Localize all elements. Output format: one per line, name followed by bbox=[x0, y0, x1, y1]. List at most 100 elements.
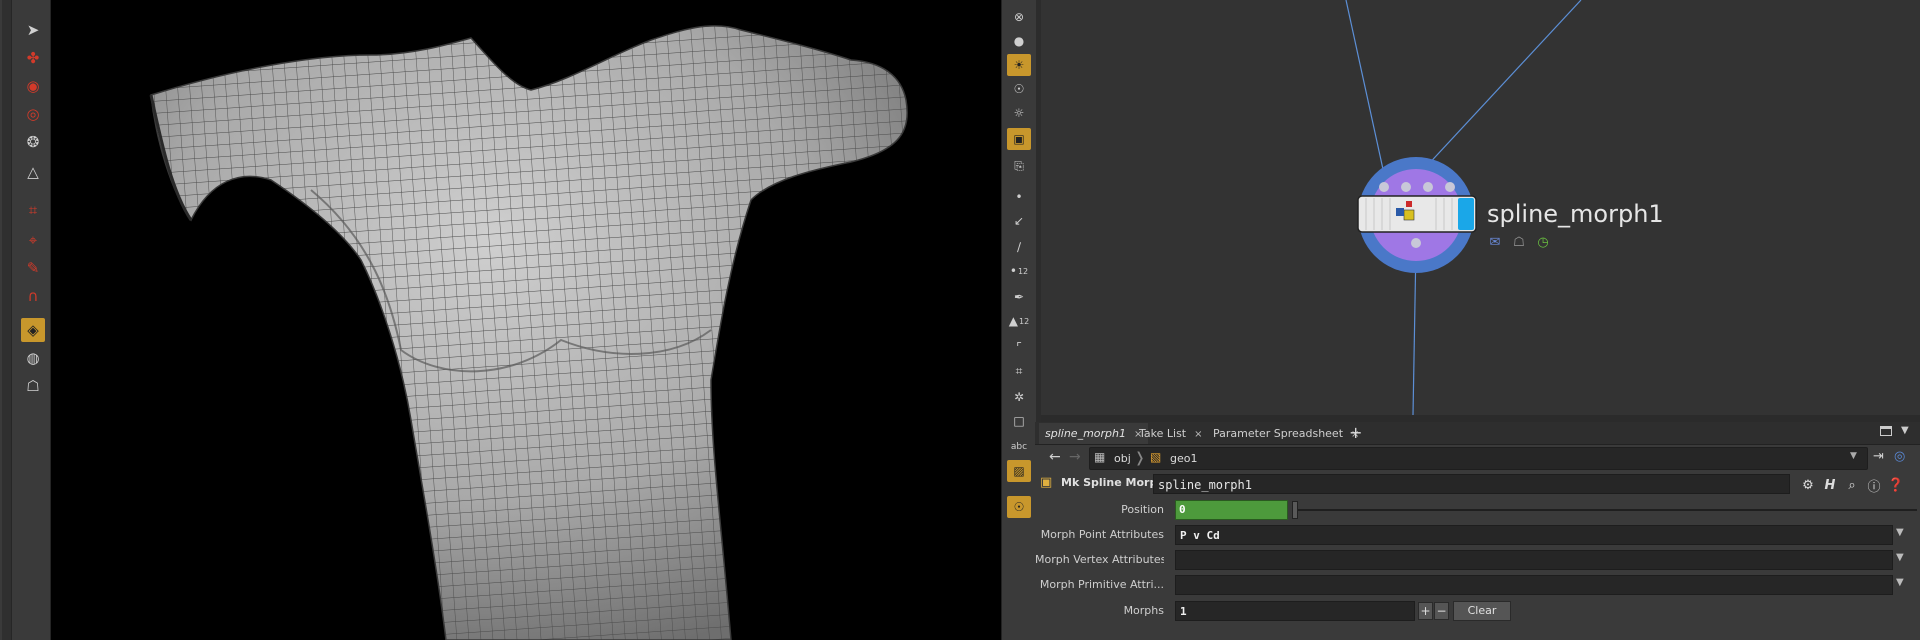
node-name-field[interactable]: spline_morph1 bbox=[1153, 474, 1790, 494]
morphs-field[interactable]: 1 bbox=[1175, 601, 1415, 621]
scene-viewport[interactable] bbox=[51, 0, 1001, 640]
edit-icon[interactable]: ✎ bbox=[21, 256, 45, 280]
crumb-geo1[interactable]: geo1 bbox=[1170, 448, 1197, 469]
network-canvas bbox=[1345, 0, 1582, 415]
paperclip-icon[interactable]: ✉ bbox=[1487, 234, 1503, 250]
morph-primitive-attributes-field[interactable] bbox=[1175, 575, 1893, 595]
link-icon[interactable]: ◎ bbox=[1894, 449, 1905, 464]
axis-icon[interactable]: ✲ bbox=[1007, 386, 1031, 408]
morph-point-attributes-label: Morph Point Attributes bbox=[1040, 528, 1164, 541]
tab-label: Take List bbox=[1139, 427, 1187, 440]
light-active-icon[interactable]: ☀ bbox=[1007, 54, 1031, 76]
position-label: Position bbox=[1121, 503, 1164, 516]
pane-tabs: spline_morph1 × Take List × Parameter Spre… bbox=[1035, 422, 1920, 445]
pose-icon[interactable]: ❂ bbox=[21, 130, 45, 154]
gear-icon[interactable]: ⚙ bbox=[1799, 476, 1817, 494]
node-type-icon: ▣ bbox=[1040, 475, 1053, 490]
scale-icon[interactable]: ◉ bbox=[21, 74, 45, 98]
normal-icon[interactable]: ↙ bbox=[1007, 210, 1031, 232]
node-icon-yellow bbox=[1403, 209, 1415, 221]
close-icon[interactable]: ⊗ bbox=[1007, 6, 1031, 28]
pin-icon[interactable]: ⇥ bbox=[1873, 449, 1884, 464]
display-options-active-icon[interactable]: ▣ bbox=[1007, 128, 1031, 150]
morphs-add-button[interactable]: + bbox=[1418, 602, 1433, 620]
search-icon[interactable]: ⌕ bbox=[1843, 476, 1861, 494]
param-position: Position 0 bbox=[1035, 498, 1920, 522]
position-slider-handle[interactable] bbox=[1292, 501, 1298, 519]
input-wire-1 bbox=[1345, 0, 1387, 184]
obj-icon: ▦ bbox=[1094, 450, 1106, 464]
network-editor[interactable]: spline_morph1 ✉ ☖ ◷ bbox=[1041, 0, 1920, 415]
camera-icon[interactable]: ⎘ bbox=[1007, 155, 1031, 177]
left-toolbar: ➤ ✤ ◉ ◎ ❂ △ ⌗ ⌖ ✎ ∩ ◈ ◍ ☖ bbox=[0, 0, 51, 640]
position-field[interactable]: 0 bbox=[1175, 500, 1288, 520]
input-port-1 bbox=[1379, 182, 1389, 192]
crumb-separator: ❭ bbox=[1134, 450, 1146, 466]
path-row: ← → ▦ obj ❭ ▧ geo1 ▼ ⇥ ◎ bbox=[1035, 445, 1920, 471]
torso-mesh bbox=[149, 25, 908, 640]
input-port-4 bbox=[1445, 182, 1455, 192]
info-icon[interactable]: ⓘ bbox=[1865, 476, 1883, 495]
magnet-red-icon[interactable]: ∩ bbox=[21, 284, 45, 308]
tab-label: Parameter Spreadsheet bbox=[1213, 427, 1344, 440]
help-icon[interactable]: ❓ bbox=[1887, 476, 1905, 494]
horizontal-splitter[interactable] bbox=[1041, 415, 1920, 422]
position-slider-track[interactable] bbox=[1297, 509, 1917, 511]
middle-toolbar: ⊗ ● ☀ ☉ ☼ ▣ ⎘ • ↙ ∕ • 12 ✒ ▲ 12 ⌜ ⌗ ✲ □ ab… bbox=[1001, 0, 1037, 640]
background-image-active-icon[interactable]: ▨ bbox=[1007, 460, 1031, 482]
add-tab-icon[interactable]: + bbox=[1349, 423, 1362, 443]
viewport-display-icon[interactable]: ☖ bbox=[21, 374, 45, 398]
tab-close-icon[interactable]: × bbox=[1194, 429, 1202, 440]
param-morph-vertex-attributes: Morph Vertex Attributes ▼ bbox=[1035, 548, 1920, 572]
pen-icon[interactable]: ∕ bbox=[1007, 236, 1031, 258]
morphs-clear-button[interactable]: Clear bbox=[1453, 601, 1511, 621]
help-h-icon[interactable]: H bbox=[1821, 476, 1839, 494]
tab-take-list[interactable]: Take List × bbox=[1133, 423, 1209, 444]
snap-icon[interactable]: ⌖ bbox=[21, 228, 45, 252]
chevron-down-icon[interactable]: ▼ bbox=[1896, 552, 1904, 563]
node-icon-blue bbox=[1396, 208, 1404, 216]
frame-icon[interactable]: □ bbox=[1007, 410, 1031, 432]
light-ghost-icon[interactable]: ☼ bbox=[1007, 102, 1031, 124]
tab-spline-morph1[interactable]: spline_morph1 × bbox=[1039, 423, 1149, 444]
light-icon[interactable]: ☉ bbox=[1007, 78, 1031, 100]
input-port-3 bbox=[1423, 182, 1433, 192]
tab-parameter-spreadsheet[interactable]: Parameter Spreadsheet × bbox=[1207, 423, 1365, 444]
morphs-remove-button[interactable]: − bbox=[1434, 602, 1449, 620]
text-label-icon[interactable]: abc bbox=[1007, 436, 1031, 458]
brush-icon[interactable]: ✒ bbox=[1007, 286, 1031, 308]
morph-point-attributes-field[interactable]: P v Cd bbox=[1175, 525, 1893, 545]
clock-icon[interactable]: ◷ bbox=[1535, 234, 1551, 250]
param-morph-primitive-attributes: Morph Primitive Attri... ▼ bbox=[1035, 573, 1920, 597]
prim-number-icon[interactable]: ▲ 12 bbox=[1007, 310, 1031, 332]
camera-active-icon[interactable]: ◈ bbox=[21, 318, 45, 342]
back-icon[interactable]: ← bbox=[1049, 449, 1061, 465]
path-bar[interactable]: ▦ obj ❭ ▧ geo1 ▼ bbox=[1089, 447, 1868, 470]
magnet-icon[interactable]: ⌗ bbox=[21, 198, 45, 222]
rotate-icon[interactable]: ◎ bbox=[21, 102, 45, 126]
point-number-icon[interactable]: • 12 bbox=[1007, 260, 1031, 282]
chevron-down-icon[interactable]: ▼ bbox=[1896, 577, 1904, 588]
corner-icon[interactable]: ⌜ bbox=[1007, 336, 1031, 358]
node-type-row: ▣ Mk Spline Morph spline_morph1 ⚙ H ⌕ ⓘ … bbox=[1035, 472, 1920, 497]
chevron-down-icon[interactable]: ▼ bbox=[1896, 527, 1904, 538]
tab-label: spline_morph1 bbox=[1045, 427, 1126, 440]
path-dropdown-icon[interactable]: ▼ bbox=[1850, 451, 1857, 461]
handle-icon[interactable]: △ bbox=[21, 160, 45, 184]
lock-icon[interactable]: ☖ bbox=[1511, 234, 1527, 250]
transform-icon[interactable]: ✤ bbox=[21, 46, 45, 70]
sphere-icon[interactable]: ● bbox=[1007, 30, 1031, 52]
maximize-icon[interactable] bbox=[1880, 426, 1892, 436]
crumb-obj[interactable]: obj bbox=[1114, 448, 1131, 469]
morph-vertex-attributes-field[interactable] bbox=[1175, 550, 1893, 570]
forward-icon[interactable]: → bbox=[1069, 449, 1081, 465]
display-flag bbox=[1458, 198, 1474, 230]
grid-icon[interactable]: ⌗ bbox=[1007, 360, 1031, 382]
pane-menu-icon[interactable]: ▼ bbox=[1901, 425, 1909, 436]
light-bulb-active-icon[interactable]: ☉ bbox=[1007, 496, 1031, 518]
render-region-icon[interactable]: ◍ bbox=[21, 346, 45, 370]
node-name-label[interactable]: spline_morph1 bbox=[1487, 200, 1664, 228]
point-icon[interactable]: • bbox=[1007, 186, 1031, 208]
select-arrow-icon[interactable]: ➤ bbox=[21, 18, 45, 42]
input-wire-2 bbox=[1410, 0, 1582, 184]
